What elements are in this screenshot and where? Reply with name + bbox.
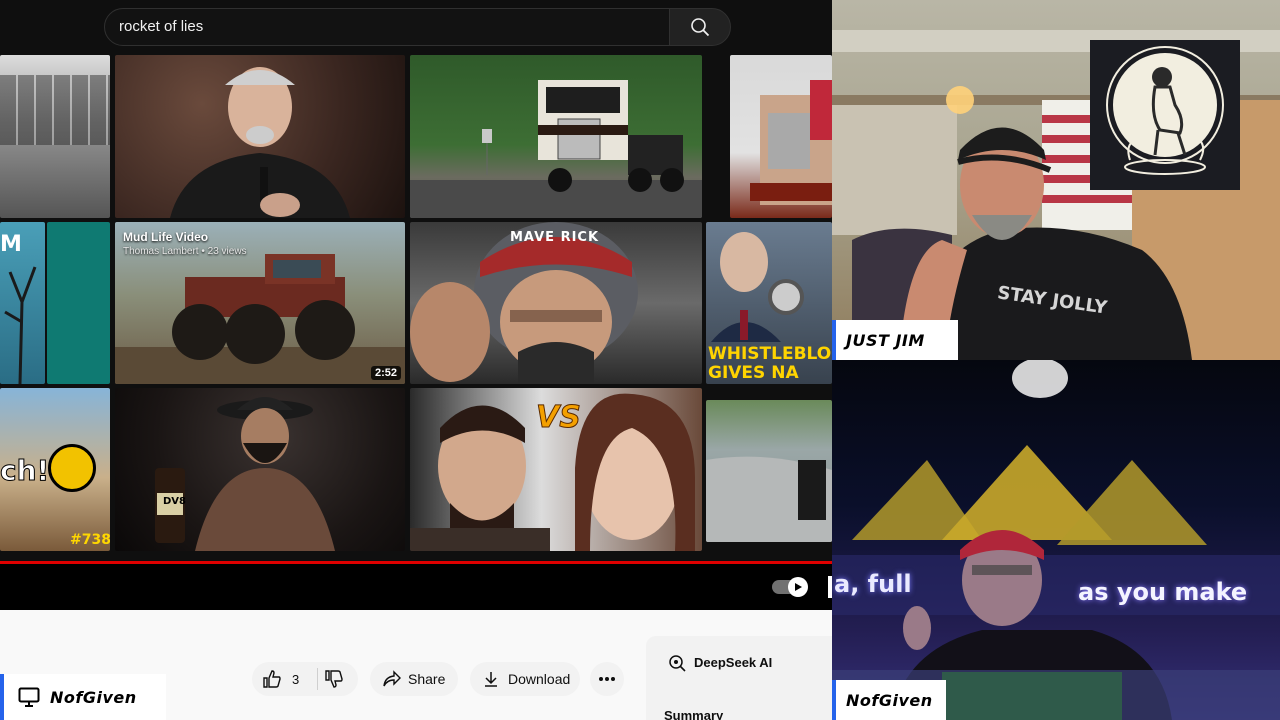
- summary-label: Summary: [664, 708, 724, 720]
- video-thumbnail-comedian[interactable]: [115, 55, 405, 218]
- shared-screen: rocket of lies M Mud Life Video Thomas L…: [0, 0, 832, 720]
- divider: [317, 668, 319, 690]
- ai-summary-panel[interactable]: DeepSeek AI Summary: [646, 636, 832, 720]
- neon-sign-right: as you make: [1078, 578, 1248, 606]
- search-icon: [691, 18, 710, 37]
- helmet-text: MAVE RICK: [510, 230, 600, 245]
- video-thumbnail-whistleblower[interactable]: WHISTLEBLO GIVES NA: [706, 222, 832, 384]
- thumbnail-ch-text: ch!: [0, 454, 50, 488]
- thinker-logo: [1090, 40, 1240, 190]
- more-actions-button[interactable]: [590, 662, 624, 696]
- whistleblower-headline-2: GIVES NA: [708, 363, 799, 383]
- video-thumbnail-red-truck[interactable]: [730, 55, 832, 218]
- mud-life-channel-meta: Thomas Lambert • 23 views: [123, 246, 247, 257]
- monitor-icon: [18, 687, 40, 707]
- video-thumbnail-truck[interactable]: [410, 55, 702, 218]
- video-thumbnail-pilot[interactable]: MAVE RICK: [410, 222, 702, 384]
- player-controls: [0, 564, 832, 610]
- webcam-just-jim: STAY JOLLY JUST JIM: [832, 0, 1280, 360]
- screen-share-name-tag: NofGiven: [0, 674, 166, 720]
- webcam-nofgiven: a, full as you make NofGiven: [832, 360, 1280, 720]
- video-conference-stage: rocket of lies M Mud Life Video Thomas L…: [0, 0, 1280, 720]
- thinker-statue-icon: [1106, 46, 1224, 175]
- vs-text: VS: [536, 400, 582, 436]
- video-thumbnail-keyboard[interactable]: [0, 55, 110, 218]
- ai-search-icon: [669, 655, 686, 672]
- video-thumbnail-tree[interactable]: M: [0, 222, 45, 384]
- mud-life-title: Mud Life Video: [123, 230, 209, 244]
- bottle-label: DV8: [163, 496, 186, 507]
- like-button[interactable]: 3: [252, 662, 358, 696]
- bottom-cam-name: NofGiven: [846, 690, 933, 710]
- play-icon: [788, 577, 808, 597]
- video-thumbnail-teal[interactable]: [47, 222, 110, 384]
- channel-logo-icon: [48, 444, 96, 492]
- video-thumbnail-vs[interactable]: VS: [410, 388, 702, 551]
- download-label: Download: [508, 671, 571, 687]
- top-cam-name: JUST JIM: [846, 330, 925, 350]
- share-button[interactable]: Share: [370, 662, 458, 696]
- top-cam-name-tag: JUST JIM: [832, 320, 958, 360]
- like-count: 3: [292, 671, 300, 687]
- video-thumbnail-mud-life[interactable]: Mud Life Video Thomas Lambert • 23 views…: [115, 222, 405, 384]
- neon-sign-left: a, full: [834, 570, 912, 598]
- download-icon: [485, 672, 497, 687]
- share-label: Share: [408, 671, 446, 687]
- thumbs-down-icon[interactable]: [324, 669, 344, 689]
- whistleblower-headline-1: WHISTLEBLO: [708, 344, 832, 364]
- video-thumbnail-road[interactable]: [706, 400, 832, 542]
- search-button[interactable]: [669, 8, 731, 46]
- share-icon: [383, 670, 401, 687]
- search-input[interactable]: rocket of lies: [104, 8, 670, 46]
- thumbs-up-icon: [263, 670, 281, 688]
- download-button[interactable]: Download: [470, 662, 580, 696]
- bottom-cam-name-tag: NofGiven: [832, 680, 946, 720]
- mud-life-duration: 2:52: [370, 366, 401, 380]
- video-thumbnail-ch[interactable]: ch! #738: [0, 388, 110, 551]
- episode-number: #738: [70, 532, 110, 548]
- video-thumbnail-cowboy[interactable]: DV8: [115, 388, 405, 551]
- screen-share-name: NofGiven: [50, 687, 137, 707]
- autoplay-toggle[interactable]: [772, 577, 808, 597]
- ai-panel-label: DeepSeek AI: [694, 655, 773, 670]
- more-icon: [599, 677, 615, 681]
